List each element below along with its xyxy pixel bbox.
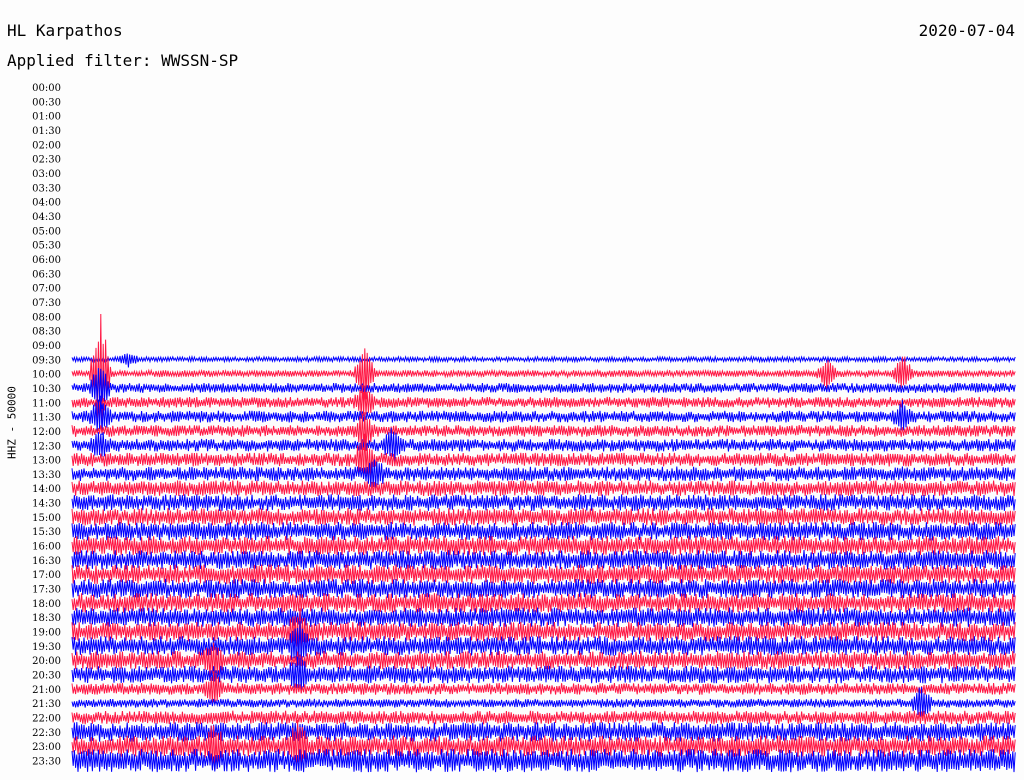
tick-label: 02:00 (32, 140, 61, 151)
tick-label: 04:30 (32, 212, 61, 223)
tick-label: 10:30 (32, 384, 61, 395)
tick-label: 12:00 (32, 427, 61, 438)
tick-label: 08:00 (32, 312, 61, 323)
time-tick-labels: 00:00 00:30 01:00 01:30 02:00 02:30 03:00 03:30… (32, 83, 61, 768)
tick-label: 14:30 (32, 499, 61, 510)
tick-label: 01:00 (32, 112, 61, 123)
tick-label: 17:00 (32, 570, 61, 581)
tick-label: 06:00 (32, 255, 61, 266)
tick-label: 07:30 (32, 298, 61, 309)
tick-label: 12:30 (32, 441, 61, 452)
tick-label: 03:30 (32, 183, 61, 194)
tick-label: 04:00 (32, 198, 61, 209)
tick-label: 22:30 (32, 728, 61, 739)
tick-label: 11:30 (32, 413, 61, 424)
tick-label: 19:30 (32, 642, 61, 653)
tick-label: 05:30 (32, 241, 61, 252)
trace-1800 (71, 593, 1016, 613)
tick-label: 16:30 (32, 556, 61, 567)
tick-label: 18:00 (32, 599, 61, 610)
tick-label: 22:00 (32, 714, 61, 725)
tick-label: 21:00 (32, 685, 61, 696)
tick-label: 21:30 (32, 699, 61, 710)
trace-1700 (71, 564, 1016, 584)
tick-label: 11:00 (32, 398, 61, 409)
tick-label: 16:00 (32, 542, 61, 553)
tick-label: 20:00 (32, 656, 61, 667)
trace-0930 (71, 353, 1016, 368)
seismic-traces (71, 313, 1016, 773)
tick-label: 13:30 (32, 470, 61, 481)
tick-label: 05:00 (32, 226, 61, 237)
tick-label: 17:30 (32, 585, 61, 596)
tick-label: 20:30 (32, 671, 61, 682)
tick-label: 02:30 (32, 155, 61, 166)
trace-1730 (71, 578, 1016, 599)
tick-label: 00:00 (32, 83, 61, 94)
tick-label: 19:00 (32, 628, 61, 639)
tick-label: 09:00 (32, 341, 61, 352)
tick-label: 08:30 (32, 327, 61, 338)
tick-label: 01:30 (32, 126, 61, 137)
tick-label: 07:00 (32, 284, 61, 295)
tick-label: 09:30 (32, 355, 61, 366)
tick-label: 15:00 (32, 513, 61, 524)
tick-label: 23:00 (32, 742, 61, 753)
tick-label: 15:30 (32, 527, 61, 538)
trace-1400 (71, 480, 1016, 497)
trace-2200 (71, 710, 1016, 725)
trace-1430 (71, 494, 1016, 511)
tick-label: 13:00 (32, 456, 61, 467)
tick-label: 18:30 (32, 613, 61, 624)
tick-label: 10:00 (32, 370, 61, 381)
tick-label: 14:00 (32, 484, 61, 495)
helicorder-plot: 00:00 00:30 01:00 01:30 02:00 02:30 03:00 03:30… (32, 83, 1016, 773)
tick-label: 06:30 (32, 269, 61, 280)
tick-label: 03:00 (32, 169, 61, 180)
tick-label: 23:30 (32, 757, 61, 768)
tick-label: 00:30 (32, 97, 61, 108)
trace-1000 (71, 313, 1016, 428)
